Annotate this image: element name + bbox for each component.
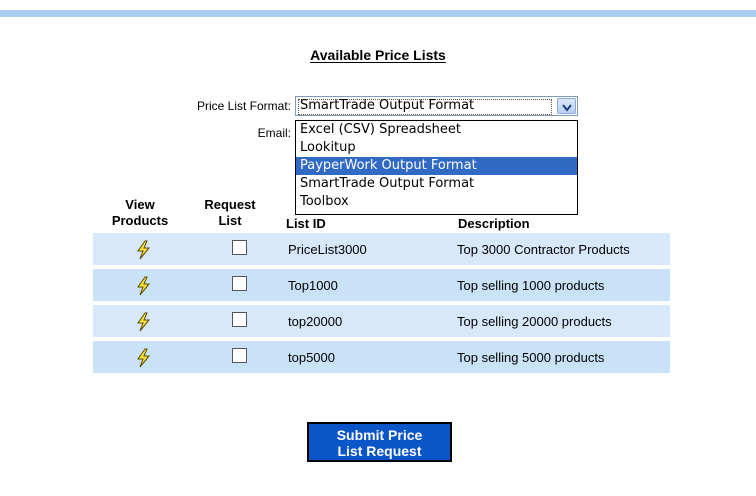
request-list-checkbox[interactable] xyxy=(232,312,247,327)
view-products-header: View Products xyxy=(111,197,169,228)
format-option[interactable]: Lookitup xyxy=(296,139,577,157)
request-list-checkbox[interactable] xyxy=(232,240,247,255)
table-row: top20000 Top selling 20000 products xyxy=(93,305,670,337)
list-id-cell: Top1000 xyxy=(288,278,338,293)
table-row: PriceList3000 Top 3000 Contractor Produc… xyxy=(93,233,670,265)
description-header: Description xyxy=(458,216,530,231)
dropdown-toggle-button[interactable] xyxy=(557,98,576,114)
list-id-cell: top20000 xyxy=(288,314,343,329)
lightning-bolt-icon[interactable] xyxy=(134,348,154,373)
lightning-bolt-icon[interactable] xyxy=(134,276,154,301)
description-cell: Top selling 1000 products xyxy=(457,278,605,293)
page: Available Price Lists Price List Format:… xyxy=(0,0,756,496)
description-cell: Top selling 20000 products xyxy=(457,314,612,329)
description-cell: Top 3000 Contractor Products xyxy=(457,242,630,257)
page-title: Available Price Lists xyxy=(310,47,446,63)
email-label: Email: xyxy=(257,126,291,140)
list-id-cell: PriceList3000 xyxy=(288,242,367,257)
table-row: Top1000 Top selling 1000 products xyxy=(93,269,670,301)
list-id-cell: top5000 xyxy=(288,350,335,365)
description-cell: Top selling 5000 products xyxy=(457,350,605,365)
list-id-header: List ID xyxy=(286,216,326,231)
format-option[interactable]: Excel (CSV) Spreadsheet xyxy=(296,121,577,139)
submit-price-list-request-button[interactable]: Submit Price List Request xyxy=(307,422,452,462)
format-option[interactable]: SmartTrade Output Format xyxy=(296,175,577,193)
price-list-format-options: Excel (CSV) Spreadsheet Lookitup PayperW… xyxy=(295,120,578,215)
table-row: top5000 Top selling 5000 products xyxy=(93,341,670,373)
request-list-checkbox[interactable] xyxy=(232,276,247,291)
chevron-down-icon xyxy=(561,104,572,112)
price-list-format-label: Price List Format: xyxy=(196,99,291,113)
lightning-bolt-icon[interactable] xyxy=(134,312,154,337)
price-list-format-select[interactable]: SmartTrade Output Format xyxy=(295,96,578,116)
price-list-format-value: SmartTrade Output Format xyxy=(300,98,475,113)
format-option-highlighted[interactable]: PayperWork Output Format xyxy=(296,157,577,175)
request-list-header: Request List xyxy=(204,197,256,228)
top-banner-bar xyxy=(0,10,756,17)
request-list-checkbox[interactable] xyxy=(232,348,247,363)
lightning-bolt-icon[interactable] xyxy=(134,240,154,265)
format-option[interactable]: Toolbox xyxy=(296,193,577,211)
